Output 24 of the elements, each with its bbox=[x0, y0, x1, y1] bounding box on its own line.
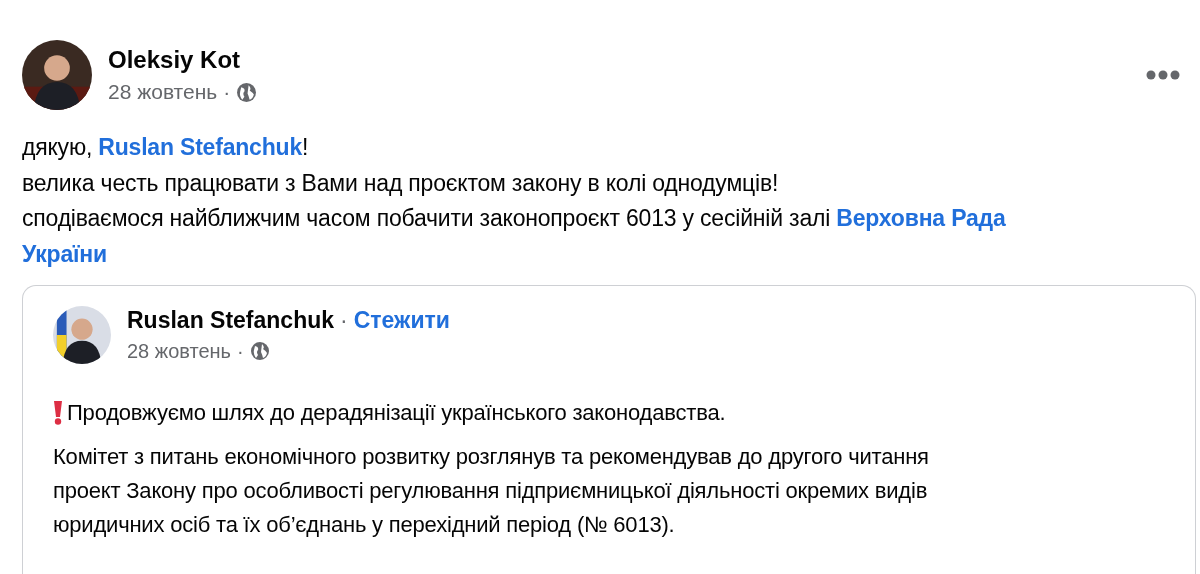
post-text: сподіваємося найближчим часом побачити законопроєкт 6013 у сесійній залі bbox=[22, 205, 832, 232]
post-text: юридичних осіб та їх об’єднань у перехідний період (№ 6013). bbox=[53, 510, 675, 539]
globe-icon bbox=[236, 81, 258, 103]
separator: · bbox=[237, 339, 244, 363]
post-text: дякую, bbox=[22, 134, 94, 160]
separator: · bbox=[340, 306, 348, 334]
exclamation-icon bbox=[53, 400, 63, 425]
separator: · bbox=[223, 80, 231, 104]
more-options-icon[interactable] bbox=[1146, 70, 1180, 80]
profile-link[interactable]: Верховна Рада bbox=[836, 205, 1006, 232]
profile-link[interactable]: України bbox=[22, 240, 107, 267]
globe-icon bbox=[249, 341, 270, 362]
post-text: Комітет з питань економічного розвитку розглянув та рекомендував до другого читання bbox=[53, 442, 929, 471]
post-date[interactable]: 28 жовтень bbox=[127, 339, 231, 363]
post-date[interactable]: 28 жовтень bbox=[108, 80, 218, 104]
profile-link[interactable]: Ruslan Stefanchuk bbox=[98, 134, 302, 160]
shared-post-card[interactable] bbox=[22, 284, 1196, 574]
author-name[interactable]: Oleksiy Kot bbox=[108, 46, 1130, 74]
post-text: велика честь працювати з Вами над проєктом закону в колі однодумців! bbox=[22, 169, 779, 196]
post-text: ! bbox=[302, 134, 309, 160]
follow-link[interactable]: Стежити bbox=[353, 306, 450, 334]
author-name[interactable]: Ruslan Stefanchuk bbox=[127, 306, 335, 334]
post-text: Продовжуємо шлях до дерадянізації українського законодавства. bbox=[67, 398, 726, 427]
post-text: проект Закону про особливості регулювання підприємницької діяльності окремих видів bbox=[53, 476, 928, 505]
